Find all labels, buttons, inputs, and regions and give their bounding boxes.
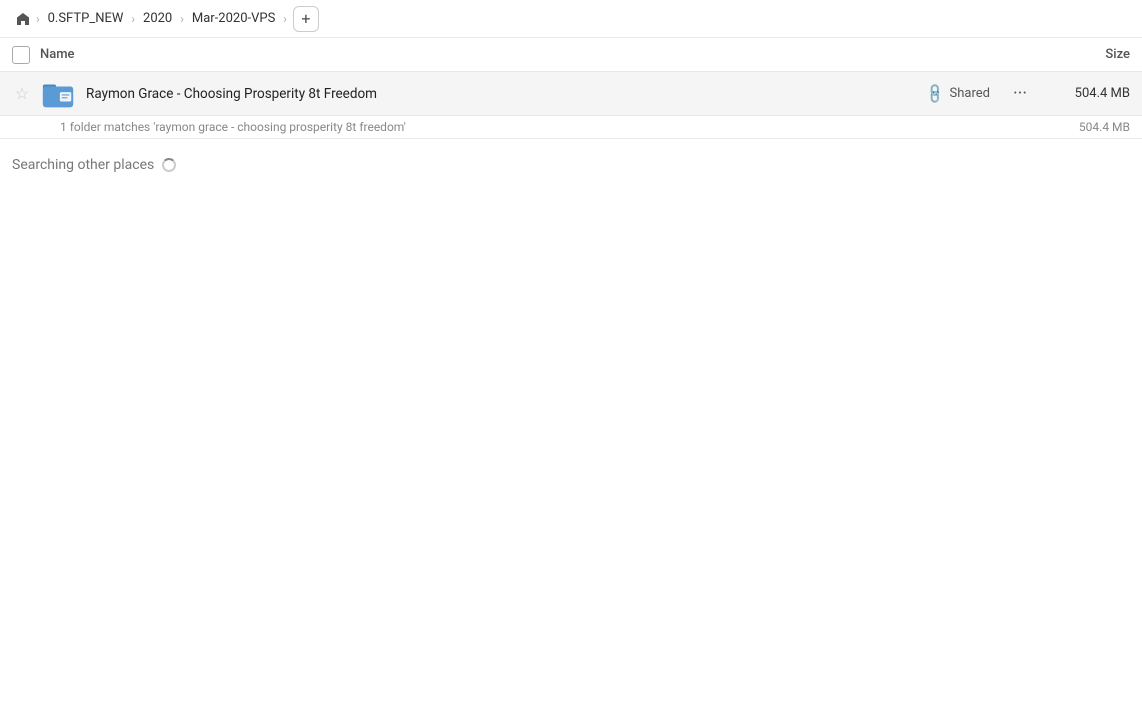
breadcrumb-bar: › 0.SFTP_NEW › 2020 › Mar-2020-VPS › + xyxy=(0,0,1142,38)
separator-3: › xyxy=(180,12,184,26)
match-total-size: 504.4 MB xyxy=(1079,120,1130,134)
result-row[interactable]: ☆ Raymon Grace - Choosing Prosperity 8t … xyxy=(0,72,1142,116)
more-options-button[interactable]: ··· xyxy=(1006,80,1034,108)
select-all-checkbox[interactable] xyxy=(12,46,30,64)
separator-1: › xyxy=(36,12,40,26)
star-icon[interactable]: ☆ xyxy=(12,84,32,104)
match-count-text: 1 folder matches 'raymon grace - choosin… xyxy=(60,120,1079,134)
searching-section: Searching other places xyxy=(0,139,1142,181)
result-size: 504.4 MB xyxy=(1050,86,1130,101)
breadcrumb-sftp[interactable]: 0.SFTP_NEW xyxy=(42,9,130,28)
breadcrumb-mar2020[interactable]: Mar-2020-VPS xyxy=(186,9,281,28)
home-breadcrumb[interactable] xyxy=(12,8,34,30)
separator-4: › xyxy=(283,12,287,26)
separator-2: › xyxy=(131,12,135,26)
loading-spinner xyxy=(162,158,176,172)
result-folder-name: Raymon Grace - Choosing Prosperity 8t Fr… xyxy=(86,86,927,102)
size-column-header: Size xyxy=(1030,47,1130,62)
searching-label: Searching other places xyxy=(12,157,154,173)
breadcrumb-2020[interactable]: 2020 xyxy=(137,9,178,28)
add-tab-button[interactable]: + xyxy=(293,6,319,32)
column-header: Name Size xyxy=(0,38,1142,72)
shared-label: Shared xyxy=(950,86,990,101)
shared-badge: 🔗 Shared xyxy=(927,86,990,102)
folder-icon xyxy=(40,76,76,112)
name-column-header: Name xyxy=(40,47,1030,62)
link-icon: 🔗 xyxy=(924,82,948,106)
match-info-row: 1 folder matches 'raymon grace - choosin… xyxy=(0,116,1142,139)
